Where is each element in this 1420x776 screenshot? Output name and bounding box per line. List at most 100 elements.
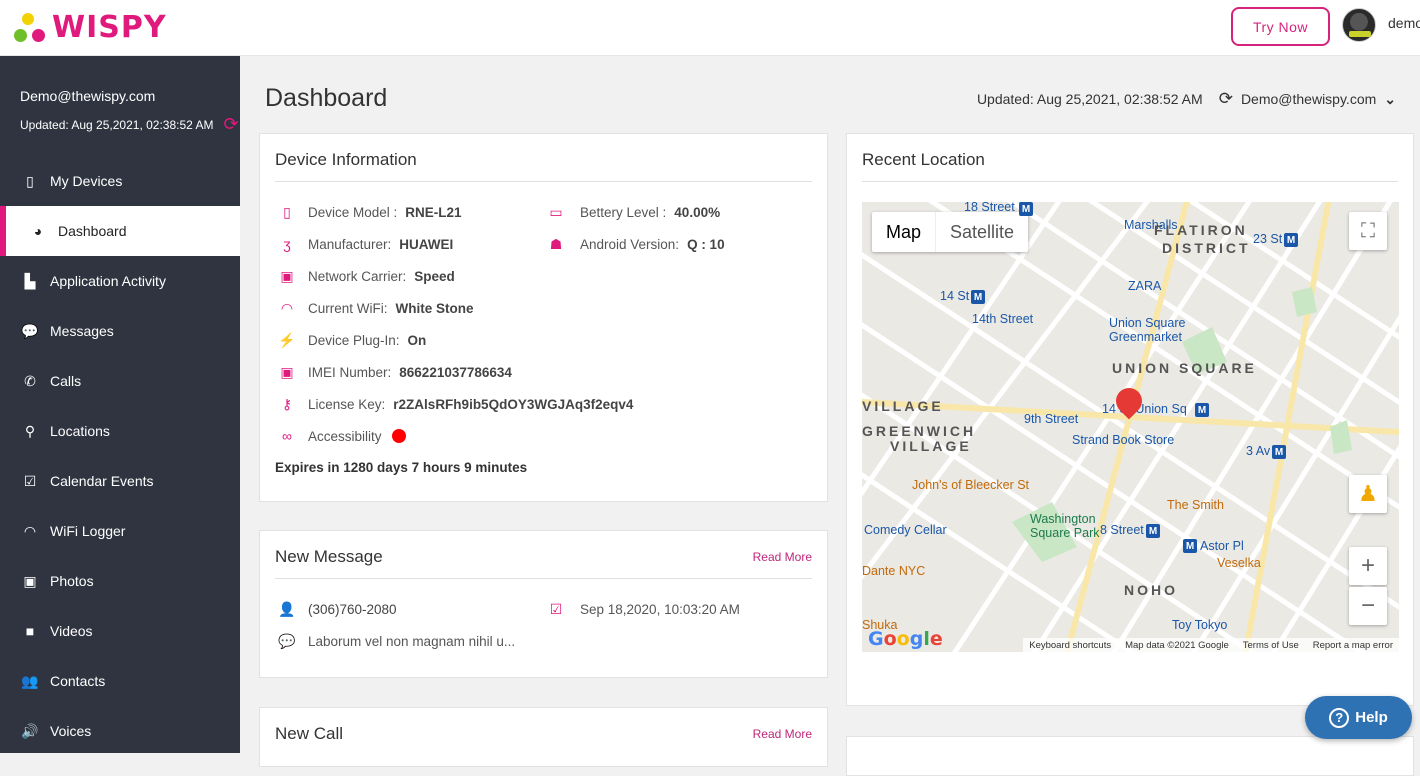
report-error-link[interactable]: Report a map error	[1313, 640, 1393, 651]
divider	[275, 181, 812, 182]
video-camera-icon: ■	[25, 623, 35, 639]
sidebar-item-locations[interactable]: ⚲ Locations	[0, 406, 240, 456]
try-now-button[interactable]: Try Now	[1231, 7, 1330, 46]
map-footer: Keyboard shortcuts Map data ©2021 Google…	[1023, 638, 1399, 652]
message-preview-row[interactable]: 💬 Laborum vel non magnam nihil u...	[278, 633, 515, 650]
sim-card-icon: ▣	[280, 364, 294, 380]
refresh-icon[interactable]: ⟳	[1219, 89, 1233, 109]
map-tab-satellite[interactable]: Satellite	[935, 212, 1028, 252]
device-information-card: Device Information ▯ Device Model : RNE-L2…	[259, 133, 828, 502]
bar-chart-icon: ▙	[24, 272, 36, 289]
message-phone: (306)760-2080	[308, 602, 397, 617]
license-expiry: Expires in 1280 days 7 hours 9 minutes	[275, 460, 528, 475]
phone-icon: ✆	[24, 372, 36, 389]
message-date: Sep 18,2020, 10:03:20 AM	[580, 602, 740, 617]
map-tab-map[interactable]: Map	[872, 212, 935, 252]
wifi-icon: ◠	[23, 522, 37, 539]
info-label: Device Model :	[308, 205, 398, 220]
wispy-logo[interactable]: WISPY	[12, 10, 167, 45]
chat-bubbles-icon: 💬	[21, 322, 39, 339]
sidebar-item-label: Calendar Events	[50, 473, 154, 489]
sidebar-item-videos[interactable]: ■ Videos	[0, 606, 240, 656]
zoom-in-button[interactable]: +	[1349, 547, 1387, 585]
message-sender-row: 👤 (306)760-2080	[278, 601, 397, 618]
sidebar-item-messages[interactable]: 💬 Messages	[0, 306, 240, 356]
info-value: 40.00%	[674, 205, 721, 220]
fullscreen-icon[interactable]: ⛶	[1349, 212, 1387, 250]
info-label: Device Plug-In:	[308, 333, 400, 348]
keyboard-shortcuts-link[interactable]: Keyboard shortcuts	[1029, 640, 1111, 651]
chevron-down-icon[interactable]: ⌄	[1384, 91, 1396, 108]
sidebar-item-label: Videos	[50, 623, 93, 639]
top-bar: WISPY Try Now demo	[0, 0, 1420, 56]
map-label: 14 St	[940, 289, 970, 303]
info-label: IMEI Number:	[308, 365, 392, 380]
calendar-check-icon: ☑	[549, 601, 563, 617]
info-value: RNE-L21	[405, 205, 462, 220]
license-key-row: ⚷ License Key: r2ZAlsRFh9ib5QdOY3WGJAq3f2e…	[278, 396, 634, 413]
pegman-icon[interactable]: ♟	[1349, 475, 1387, 513]
sidebar-item-calls[interactable]: ✆ Calls	[0, 356, 240, 406]
dashboard-gauge-icon: ◕	[33, 223, 43, 239]
sidebar-item-my-devices[interactable]: ▯ My Devices	[0, 156, 240, 206]
info-value: On	[407, 333, 427, 348]
user-icon: 👤	[278, 601, 296, 617]
card-title: New Call	[275, 724, 344, 743]
sidebar-item-contacts[interactable]: 👥 Contacts	[0, 656, 240, 706]
sidebar-item-voices[interactable]: 🔊 Voices	[0, 706, 240, 756]
device-plugin-row: ⚡ Device Plug-In: On	[278, 332, 426, 349]
terms-link[interactable]: Terms of Use	[1243, 640, 1299, 651]
map-label: Toy Tokyo	[1172, 618, 1228, 632]
sidebar-item-label: Application Activity	[50, 273, 166, 289]
sidebar-item-photos[interactable]: ▣ Photos	[0, 556, 240, 606]
accessibility-status-dot	[391, 429, 406, 443]
map-label: Strand Book Store	[1072, 433, 1175, 447]
sidebar-item-label: Photos	[50, 573, 94, 589]
map-label: NOHO	[1124, 582, 1178, 598]
info-label: Manufacturer:	[308, 236, 392, 252]
card-title: Device Information	[275, 150, 417, 169]
page-title: Dashboard	[265, 84, 388, 112]
plug-icon: ⚡	[278, 332, 296, 348]
map-label: ZARA	[1128, 279, 1162, 293]
subway-icon: M	[1019, 202, 1033, 216]
refresh-icon[interactable]: ⟳	[224, 114, 239, 135]
account-dropdown[interactable]: Demo@thewispy.com	[1241, 91, 1376, 107]
sidebar-item-calendar-events[interactable]: ☑ Calendar Events	[0, 456, 240, 506]
message-date-row: ☑ Sep 18,2020, 10:03:20 AM	[544, 601, 740, 618]
battery-level-row: ▭ Bettery Level : 40.00%	[544, 204, 720, 221]
mobile-icon: ▯	[283, 204, 291, 220]
mobile-icon: ▯	[26, 172, 34, 189]
read-more-link[interactable]: Read More	[753, 550, 812, 564]
map-label: Union Square	[1109, 316, 1186, 330]
subway-icon: M	[971, 290, 985, 304]
current-wifi-row: ◠ Current WiFi: White Stone	[278, 300, 474, 317]
subway-icon: M	[1272, 445, 1286, 459]
help-button[interactable]: ? Help	[1305, 696, 1412, 739]
sidebar-item-dashboard[interactable]: ◕ Dashboard	[0, 206, 240, 256]
zoom-out-button[interactable]: −	[1349, 587, 1387, 625]
link-icon: ∞	[282, 428, 292, 444]
read-more-link[interactable]: Read More	[753, 727, 812, 741]
map-label: Square Park	[1030, 526, 1100, 540]
sidebar-item-label: Dashboard	[58, 223, 127, 239]
map-label: UNION SQUARE	[1112, 360, 1257, 376]
map-type-tabs: Map Satellite	[872, 212, 1029, 252]
user-name[interactable]: demo	[1388, 15, 1420, 31]
map-data-attribution: Map data ©2021 Google	[1125, 639, 1229, 651]
users-icon: 👥	[21, 672, 39, 689]
question-icon: ?	[1329, 707, 1350, 728]
device-model-row: ▯ Device Model : RNE-L21	[278, 204, 462, 221]
info-label: Current WiFi:	[308, 301, 388, 316]
info-label: Accessibility	[308, 428, 382, 444]
card-title: New Message	[275, 547, 383, 566]
logo-dots-icon	[12, 11, 48, 45]
sidebar-item-label: Messages	[50, 323, 114, 339]
avatar[interactable]	[1342, 8, 1376, 42]
sidebar-item-application-activity[interactable]: ▙ Application Activity	[0, 256, 240, 306]
ear-icon: ʒ	[283, 236, 291, 252]
info-value: Speed	[414, 269, 455, 284]
sidebar-item-wifi-logger[interactable]: ◠ WiFi Logger	[0, 506, 240, 556]
sidebar-item-label: Locations	[50, 423, 110, 439]
map-view[interactable]: Map Satellite ⛶ ♟ + − FLATIRON DISTRICT …	[862, 202, 1399, 652]
